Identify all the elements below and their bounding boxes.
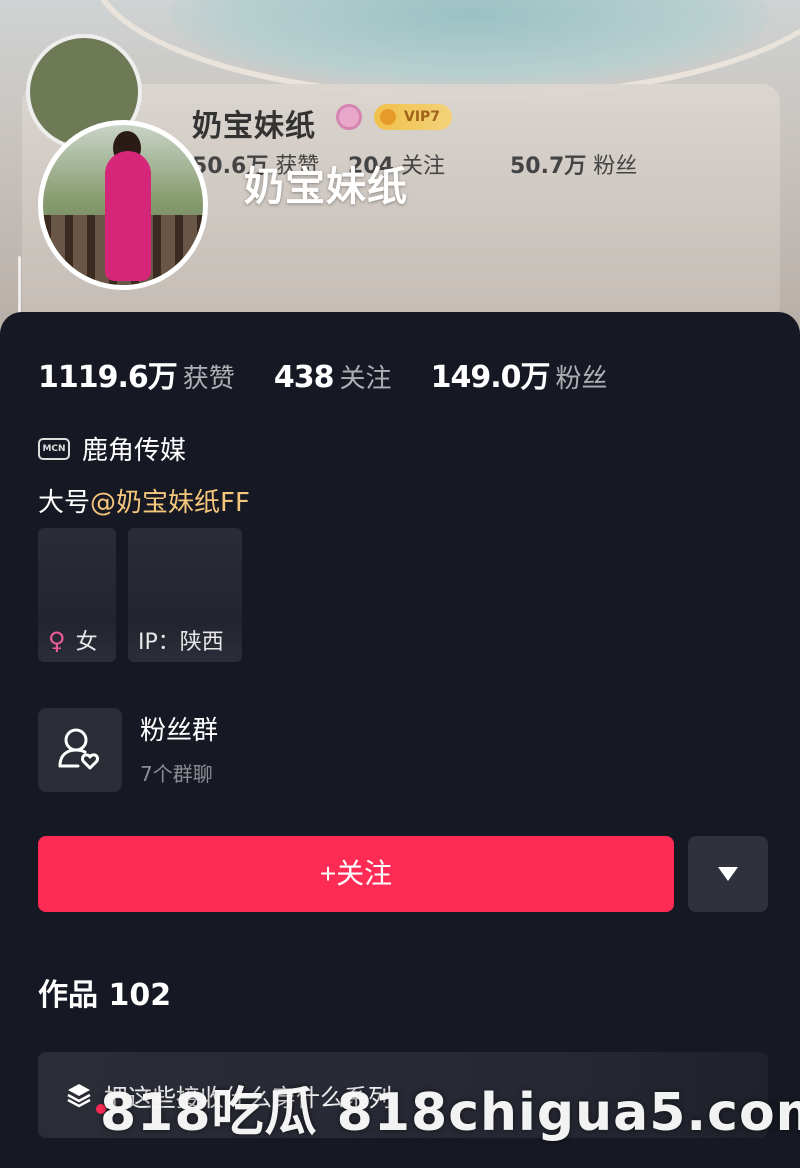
watermark-text: 818吃瓜 818chigua5.com	[100, 1083, 800, 1143]
fan-group-title: 粉丝群	[140, 716, 219, 746]
follow-button[interactable]: +关注	[38, 836, 674, 912]
ghost-stat-fans: 50.7万 粉丝	[510, 154, 638, 179]
stat-likes[interactable]: 1119.6万 获赞	[38, 352, 235, 396]
stats-row: 1119.6万 获赞 438 关注 149.0万 粉丝	[38, 352, 642, 396]
layers-icon	[67, 1084, 91, 1108]
works-label: 作品	[38, 978, 98, 1013]
works-count: 102	[108, 978, 172, 1013]
ip-value: 陕西	[179, 630, 224, 655]
fan-group-subtitle: 7个群聊	[140, 762, 213, 786]
mcn-name: 鹿角传媒	[82, 436, 187, 466]
triangle-down-icon	[718, 867, 738, 881]
stat-following-num: 438	[273, 360, 335, 395]
fan-group-icon	[58, 728, 99, 770]
profile-panel: 1119.6万 获赞 438 关注 149.0万 粉丝 MCN 鹿角传媒 大号@奶宝妹…	[0, 312, 800, 1168]
mcn-row[interactable]: MCN 鹿角传媒	[38, 430, 186, 467]
bio: 大号@奶宝妹纸FF	[38, 482, 250, 519]
gender-tag: ♀ 女	[38, 528, 116, 662]
ghost-name: 奶宝妹纸	[192, 109, 316, 144]
stat-fans-num: 149.0万	[430, 360, 551, 395]
avatar-figure	[105, 151, 151, 281]
ghost-level-badge-icon	[336, 104, 362, 130]
fan-group-icon-box	[38, 708, 122, 792]
stat-following[interactable]: 438 关注	[274, 358, 392, 395]
ghost-vip-badge: VIP7	[374, 104, 452, 130]
bio-mention-link[interactable]: @奶宝妹纸FF	[90, 488, 250, 518]
stat-following-label: 关注	[339, 364, 392, 394]
avatar[interactable]	[38, 120, 208, 290]
ip-label: IP：	[138, 630, 180, 655]
works-header[interactable]: 作品 102	[38, 970, 171, 1014]
stat-fans-label: 粉丝	[555, 364, 608, 394]
female-icon: ♀	[48, 627, 66, 655]
more-dropdown-button[interactable]	[688, 836, 768, 912]
bio-prefix: 大号	[38, 488, 91, 518]
stat-fans[interactable]: 149.0万 粉丝	[431, 352, 608, 396]
gender-tag-content: ♀ 女	[48, 624, 98, 656]
ip-tag-content: IP：陕西	[138, 624, 224, 656]
stat-likes-num: 1119.6万	[38, 360, 178, 395]
mcn-icon: MCN	[38, 437, 70, 460]
stat-likes-label: 获赞	[182, 364, 235, 394]
ip-tag: IP：陕西	[128, 528, 242, 662]
gender-label: 女	[75, 630, 98, 655]
profile-name: 奶宝妹纸	[244, 164, 408, 210]
